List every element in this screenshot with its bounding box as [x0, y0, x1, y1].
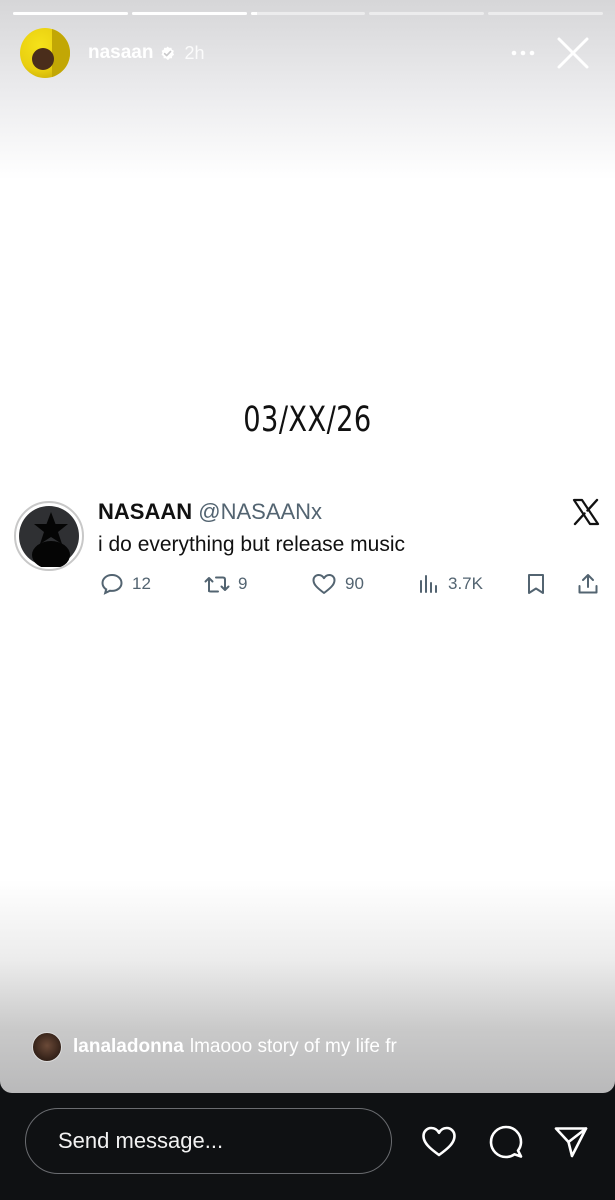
progress-segment	[488, 12, 603, 15]
views-action: 3.7K	[418, 572, 483, 596]
bookmark-action	[524, 572, 548, 596]
views-count: 3.7K	[448, 574, 483, 593]
progress-segment	[13, 12, 128, 15]
send-message-input[interactable]	[25, 1108, 392, 1174]
message-bar	[0, 1093, 615, 1200]
tweet-text: i do everything but release music	[98, 533, 405, 556]
tweet-handle: @NASAANx	[198, 499, 323, 524]
avatar	[32, 1032, 62, 1062]
like-icon	[312, 574, 336, 594]
progress-segment	[250, 12, 366, 15]
retweet-count: 9	[238, 574, 248, 593]
tweet-avatar	[14, 501, 84, 571]
reply-count: 12	[132, 574, 151, 593]
like-action: 90	[311, 572, 364, 596]
story-time: 2h	[184, 42, 205, 63]
comment-icon[interactable]	[487, 1123, 525, 1161]
story-progress-bar	[13, 12, 603, 15]
progress-segment	[131, 12, 247, 15]
tweet-display-name: NASAAN	[98, 499, 193, 524]
heart-icon[interactable]	[420, 1123, 458, 1161]
story-header: nasaan 2h	[20, 28, 600, 78]
story-username[interactable]: nasaan	[88, 42, 153, 64]
x-logo-icon	[572, 498, 600, 526]
bookmark-icon	[528, 574, 544, 594]
more-icon[interactable]	[508, 40, 538, 66]
story-frame[interactable]: nasaan 2h 03/XX/26 NASAAN @NASAANx i do …	[0, 0, 615, 1093]
share-icon	[578, 574, 598, 594]
reply-text: lmaooo story of my life fr	[189, 1036, 397, 1057]
date-caption: 03/XX/26	[243, 400, 372, 440]
send-icon[interactable]	[552, 1123, 590, 1161]
verified-icon	[161, 45, 175, 60]
close-icon[interactable]	[556, 36, 590, 70]
tweet-author: NASAAN @NASAANx	[98, 499, 322, 525]
retweet-icon	[204, 576, 230, 593]
tweet-actions: 12 9 90 3.7K	[100, 572, 605, 600]
share-action	[576, 572, 600, 596]
story-reply-preview[interactable]: lanaladonna lmaooo story of my life fr	[32, 1031, 397, 1063]
reply-action: 12	[100, 572, 151, 596]
retweet-action: 9	[204, 572, 247, 596]
views-icon	[420, 575, 437, 593]
like-count: 90	[345, 574, 364, 593]
progress-segment	[369, 12, 485, 15]
avatar[interactable]	[20, 28, 70, 78]
reply-icon	[101, 573, 123, 595]
reply-username: lanaladonna	[73, 1036, 184, 1057]
